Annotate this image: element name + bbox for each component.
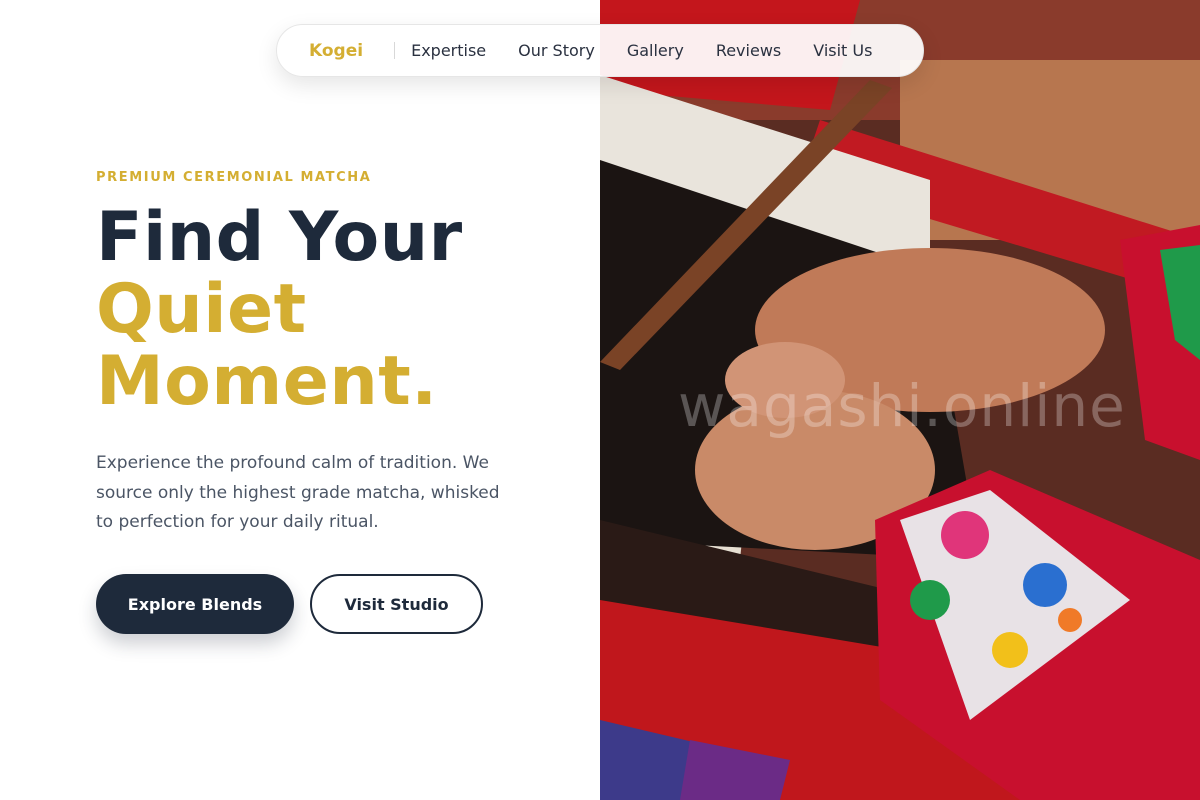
nav-link-gallery[interactable]: Gallery bbox=[627, 41, 684, 60]
hero-description: Experience the profound calm of traditio… bbox=[96, 453, 500, 532]
nav-link-our-story[interactable]: Our Story bbox=[518, 41, 595, 60]
nav-link-reviews[interactable]: Reviews bbox=[716, 41, 781, 60]
visit-studio-button[interactable]: Visit Studio bbox=[310, 574, 483, 634]
headline-line-2: Quiet bbox=[96, 270, 307, 349]
nav-link-visit-us[interactable]: Visit Us bbox=[813, 41, 872, 60]
top-nav: Kogei Expertise Our Story Gallery Review… bbox=[276, 24, 924, 77]
explore-blends-button[interactable]: Explore Blends bbox=[96, 574, 294, 634]
nav-link-expertise[interactable]: Expertise bbox=[411, 41, 486, 60]
brand-logo[interactable]: Kogei bbox=[309, 41, 363, 61]
headline-line-1: Find Your bbox=[96, 198, 463, 277]
hero-headline: Find Your Quiet Moment. bbox=[96, 202, 596, 418]
watermark-text: wagashi.online bbox=[678, 372, 1126, 440]
hero-eyebrow: PREMIUM CEREMONIAL MATCHA bbox=[96, 170, 372, 185]
hero-image: wagashi.online bbox=[600, 0, 1200, 800]
headline-line-3: Moment. bbox=[96, 342, 438, 421]
nav-divider bbox=[394, 42, 396, 59]
